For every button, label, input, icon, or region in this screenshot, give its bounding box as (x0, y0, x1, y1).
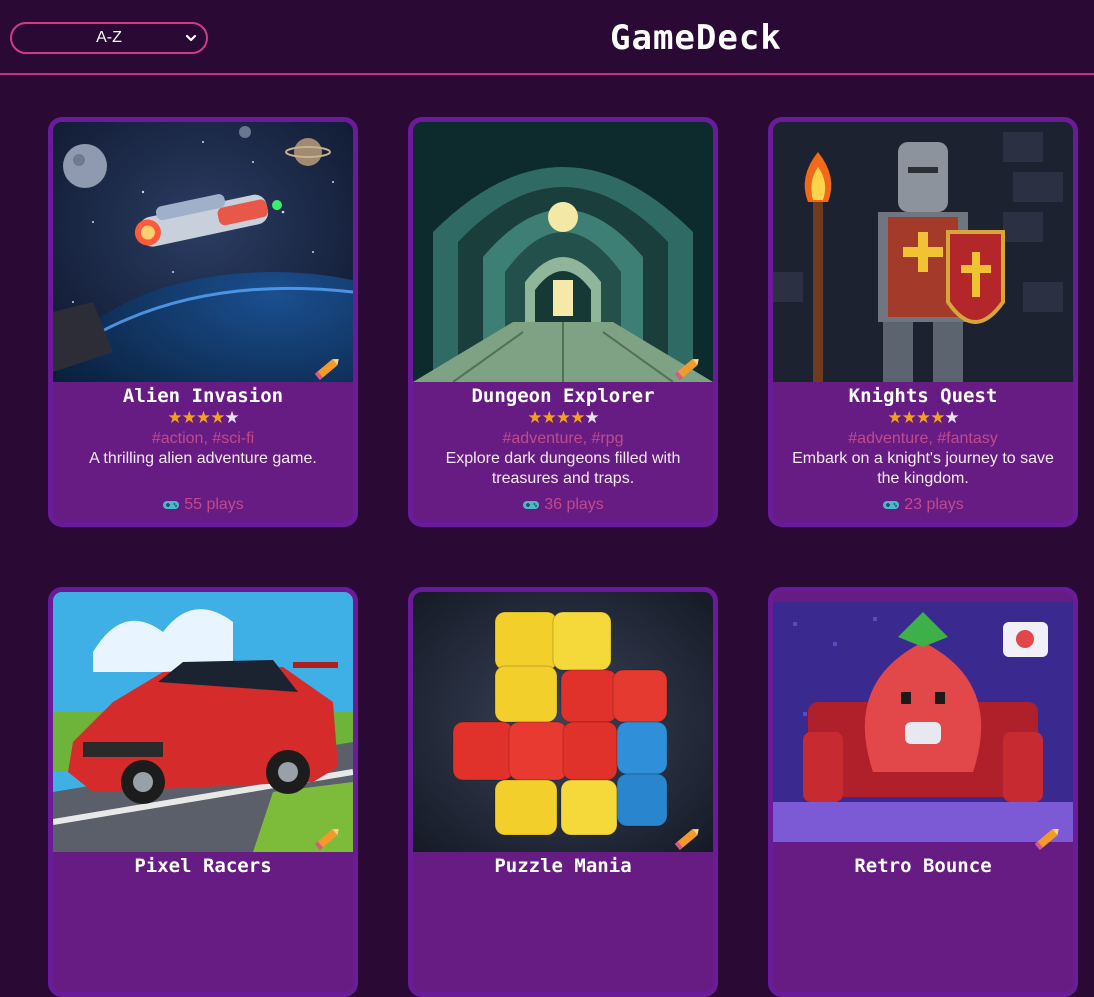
star-rating: ★★★★★ (773, 409, 1073, 427)
play-count-text: 23 plays (904, 496, 964, 513)
game-card[interactable]: Knights Quest ★★★★★ #adventure, #fantasy… (768, 117, 1078, 527)
star-icon: ★ (584, 408, 599, 428)
star-rating: ★★★★★ (53, 409, 353, 427)
brand-title: GameDeck (610, 18, 782, 58)
gamepad-icon (523, 500, 540, 509)
pencil-icon[interactable] (313, 825, 343, 851)
game-title: Dungeon Explorer (471, 385, 655, 407)
game-title: Retro Bounce (854, 855, 992, 877)
pencil-icon[interactable] (1033, 825, 1063, 851)
play-count-text: 36 plays (544, 496, 604, 513)
game-thumbnail (773, 592, 1073, 852)
star-icon: ★ (195, 408, 211, 428)
play-count: 23 plays (773, 495, 1073, 515)
game-tags: #action, #sci-fi (151, 430, 255, 447)
game-description: Embark on a knight's journey to save the… (792, 450, 1054, 487)
star-icon: ★ (570, 408, 585, 428)
chevron-down-icon (185, 34, 197, 42)
game-tags: #adventure, #rpg (502, 430, 624, 447)
star-icon: ★ (930, 408, 945, 428)
sort-select-value: A-Z (96, 29, 122, 46)
game-card[interactable]: Dungeon Explorer ★★★★★ #adventure, #rpg … (408, 117, 718, 527)
game-title: Pixel Racers (134, 855, 272, 877)
play-count: 36 plays (413, 495, 713, 515)
star-icon: ★ (944, 408, 959, 428)
top-bar: A-Z GameDeck (0, 0, 1094, 75)
star-icon: ★ (555, 408, 571, 428)
gamepad-icon (163, 500, 180, 509)
pencil-icon[interactable] (313, 355, 343, 381)
star-icon: ★ (181, 408, 197, 428)
sort-select[interactable]: A-Z (10, 22, 208, 54)
star-icon: ★ (224, 408, 239, 428)
game-card[interactable]: Retro Bounce (768, 587, 1078, 997)
game-tags: #adventure, #fantasy (848, 430, 998, 447)
star-icon: ★ (167, 408, 182, 428)
game-thumbnail (413, 122, 713, 382)
game-card[interactable]: Alien Invasion ★★★★★ #action, #sci-fi A … (48, 117, 358, 527)
game-description: Explore dark dungeons filled with treasu… (445, 450, 681, 487)
pencil-icon[interactable] (673, 825, 703, 851)
pencil-icon[interactable] (673, 355, 703, 381)
game-thumbnail (413, 592, 713, 852)
game-title: Knights Quest (848, 385, 998, 407)
gamepad-icon (883, 500, 900, 509)
game-thumbnail (53, 122, 353, 382)
star-rating: ★★★★★ (413, 409, 713, 427)
game-card[interactable]: Puzzle Mania (408, 587, 718, 997)
game-card[interactable]: Pixel Racers (48, 587, 358, 997)
game-description: A thrilling alien adventure game. (89, 450, 317, 467)
game-thumbnail (53, 592, 353, 852)
star-icon: ★ (210, 408, 225, 428)
star-icon: ★ (901, 408, 917, 428)
play-count: 55 plays (53, 495, 353, 515)
game-thumbnail (773, 122, 1073, 382)
star-icon: ★ (527, 408, 542, 428)
game-title: Puzzle Mania (494, 855, 632, 877)
star-icon: ★ (541, 408, 557, 428)
play-count-text: 55 plays (184, 496, 244, 513)
game-title: Alien Invasion (122, 385, 284, 407)
star-icon: ★ (915, 408, 931, 428)
star-icon: ★ (887, 408, 902, 428)
